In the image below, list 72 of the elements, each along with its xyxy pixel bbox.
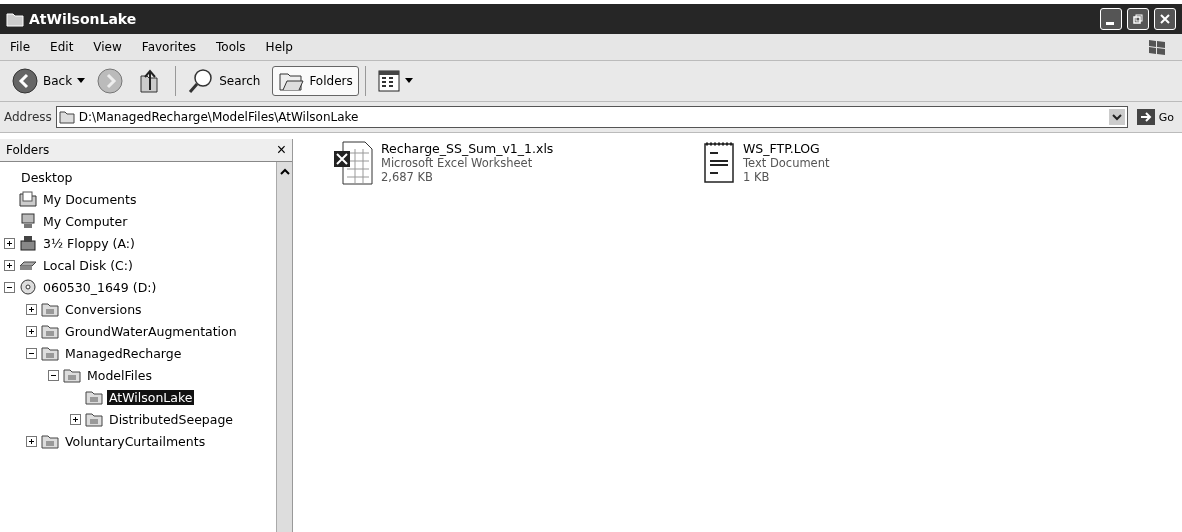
forward-icon[interactable] bbox=[97, 68, 124, 94]
text-file-icon[interactable] bbox=[703, 141, 735, 185]
windows-logo-icon bbox=[1146, 37, 1168, 57]
window-title: AtWilsonLake bbox=[29, 11, 137, 27]
go-button[interactable]: Go bbox=[1131, 108, 1178, 126]
views-icon bbox=[377, 70, 400, 92]
tree-item[interactable]: Conversions bbox=[63, 301, 144, 317]
tree-item[interactable]: VoluntaryCurtailments bbox=[63, 433, 208, 449]
expand-icon[interactable] bbox=[26, 325, 37, 337]
folder-icon bbox=[41, 301, 59, 317]
folder-icon bbox=[278, 70, 305, 92]
tree-item[interactable]: 060530_1649 (D:) bbox=[41, 279, 159, 295]
tree-item[interactable]: Desktop bbox=[19, 169, 75, 185]
folder-icon bbox=[58, 110, 75, 124]
folder-icon bbox=[63, 367, 81, 383]
folder-icon bbox=[41, 433, 59, 449]
address-label: Address bbox=[4, 110, 52, 124]
menu-item[interactable]: View bbox=[93, 40, 122, 54]
floppy-drive-icon bbox=[19, 235, 37, 251]
menu-item[interactable]: File bbox=[10, 40, 31, 54]
minimize-button[interactable] bbox=[1100, 8, 1122, 30]
folder-icon bbox=[41, 345, 59, 361]
back-button[interactable]: Back bbox=[6, 64, 92, 98]
restore-icon bbox=[1132, 13, 1144, 25]
menu-item[interactable]: Favorites bbox=[141, 40, 197, 54]
computer-icon bbox=[19, 213, 37, 229]
folder-icon bbox=[19, 191, 37, 207]
file-size: 1 KB bbox=[743, 170, 771, 184]
tree-item[interactable]: ModelFiles bbox=[85, 367, 154, 383]
tree-item[interactable]: My Documents bbox=[41, 191, 139, 207]
tree-item[interactable]: Local Disk (C:) bbox=[41, 257, 135, 273]
collapse-icon[interactable] bbox=[48, 369, 59, 381]
collapse-icon[interactable] bbox=[26, 347, 37, 359]
tree-item[interactable]: GroundWaterAugmentation bbox=[63, 323, 239, 339]
expand-icon[interactable] bbox=[4, 259, 15, 271]
search-button[interactable]: Search bbox=[182, 64, 267, 98]
search-icon bbox=[188, 68, 215, 94]
folder-icon bbox=[85, 411, 103, 427]
file-name[interactable]: WS_FTP.LOG bbox=[743, 141, 830, 156]
close-icon bbox=[1159, 13, 1171, 25]
folder-icon bbox=[85, 389, 103, 405]
expand-icon[interactable] bbox=[4, 237, 15, 249]
expand-icon[interactable] bbox=[70, 413, 81, 425]
close-button[interactable] bbox=[1154, 8, 1176, 30]
scrollbar[interactable] bbox=[276, 162, 292, 532]
address-field[interactable]: D:\ManagedRecharge\ModelFiles\AtWilsonLake bbox=[55, 106, 1128, 128]
file-type: Text Document bbox=[743, 156, 830, 170]
close-button[interactable]: × bbox=[276, 142, 286, 158]
menu-item[interactable]: Help bbox=[265, 40, 293, 54]
file-name[interactable]: Recharge_SS_Sum_v1_1.xls bbox=[381, 141, 554, 156]
file-type: Microsoft Excel Worksheet bbox=[381, 156, 534, 170]
dropdown-arrow-icon bbox=[77, 78, 86, 84]
dropdown-arrow-icon bbox=[404, 78, 413, 84]
cd-drive-icon bbox=[19, 279, 37, 295]
collapse-icon[interactable] bbox=[4, 281, 15, 293]
tree-item[interactable]: My Computer bbox=[41, 213, 130, 229]
menu-item[interactable]: Tools bbox=[216, 40, 246, 54]
folder-icon bbox=[6, 11, 24, 27]
tree-item[interactable]: AtWilsonLake bbox=[107, 389, 195, 405]
expand-icon[interactable] bbox=[26, 303, 37, 315]
tree-item[interactable]: ManagedRecharge bbox=[63, 345, 184, 361]
folder-icon bbox=[41, 323, 59, 339]
tree-item[interactable]: DistributedSeepage bbox=[107, 411, 236, 427]
minimize-icon bbox=[1105, 21, 1114, 25]
menu-item[interactable]: Edit bbox=[50, 40, 74, 54]
pane-title: Folders bbox=[6, 143, 50, 157]
expand-icon[interactable] bbox=[26, 435, 37, 447]
restore-button[interactable] bbox=[1127, 8, 1149, 30]
spreadsheet-file-icon[interactable] bbox=[333, 141, 373, 185]
folders-button[interactable]: Folders bbox=[272, 66, 359, 96]
file-size: 2,687 KB bbox=[381, 170, 434, 184]
tree-item[interactable]: 3½ Floppy (A:) bbox=[41, 235, 137, 251]
